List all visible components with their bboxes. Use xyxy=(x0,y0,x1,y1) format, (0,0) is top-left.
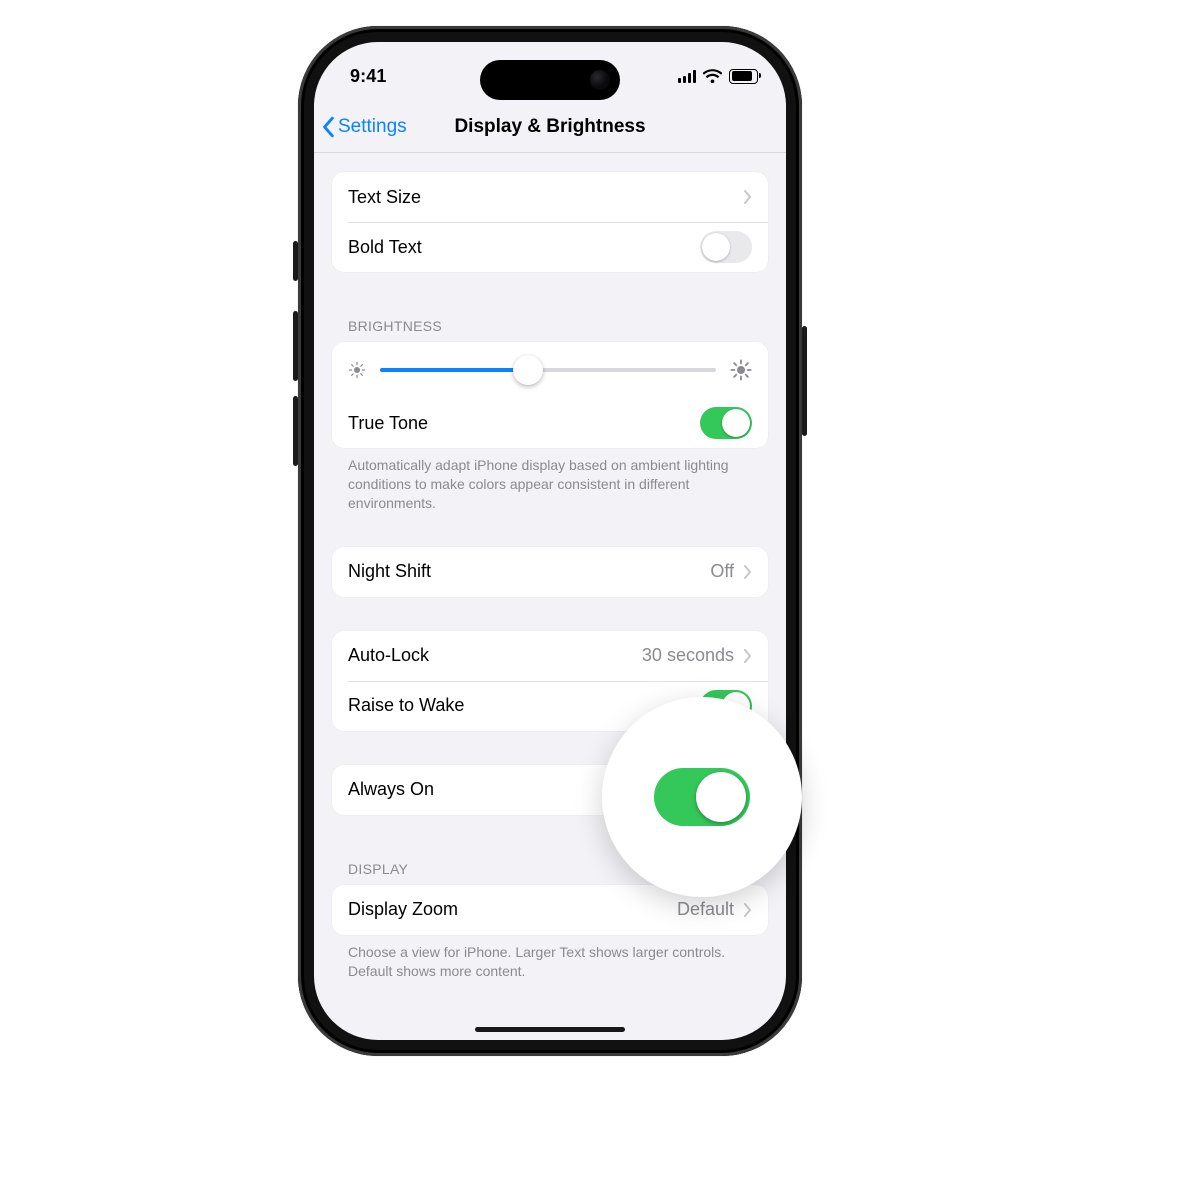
dynamic-island xyxy=(480,60,620,100)
display-zoom-footer: Choose a view for iPhone. Larger Text sh… xyxy=(332,935,768,981)
chevron-left-icon xyxy=(322,116,336,138)
bold-text-label: Bold Text xyxy=(348,237,422,258)
display-zoom-value: Default xyxy=(677,899,734,920)
true-tone-switch[interactable] xyxy=(700,407,752,439)
display-zoom-label: Display Zoom xyxy=(348,899,458,920)
night-shift-value: Off xyxy=(710,561,734,582)
bold-text-row: Bold Text xyxy=(332,222,768,272)
text-group: Text Size Bold Text xyxy=(332,172,768,272)
night-shift-label: Night Shift xyxy=(348,561,431,582)
night-shift-row[interactable]: Night Shift Off xyxy=(332,547,768,597)
volume-down-button xyxy=(293,396,298,466)
ringer-switch xyxy=(293,241,298,281)
auto-lock-row[interactable]: Auto-Lock 30 seconds xyxy=(332,631,768,681)
night-shift-group: Night Shift Off xyxy=(332,547,768,597)
side-power-button xyxy=(802,326,807,436)
wifi-icon xyxy=(703,69,722,83)
iphone-frame: 9:41 Settings xyxy=(298,26,802,1056)
true-tone-row: True Tone xyxy=(332,398,768,448)
chevron-right-icon xyxy=(744,190,752,204)
brightness-slider-row xyxy=(332,342,768,398)
chevron-right-icon xyxy=(744,649,752,663)
nav-bar: Settings Display & Brightness xyxy=(314,102,786,152)
brightness-slider[interactable] xyxy=(380,357,716,383)
brightness-high-icon xyxy=(730,359,752,381)
back-button[interactable]: Settings xyxy=(322,102,407,152)
true-tone-label: True Tone xyxy=(348,413,428,434)
brightness-group: True Tone xyxy=(332,342,768,448)
brightness-slider-fill xyxy=(380,368,528,372)
auto-lock-label: Auto-Lock xyxy=(348,645,429,666)
brightness-header: BRIGHTNESS xyxy=(332,312,768,342)
text-size-row[interactable]: Text Size xyxy=(332,172,768,222)
brightness-slider-thumb[interactable] xyxy=(513,355,543,385)
true-tone-footer: Automatically adapt iPhone display based… xyxy=(332,448,768,513)
chevron-right-icon xyxy=(744,903,752,917)
chevron-right-icon xyxy=(744,565,752,579)
home-indicator[interactable] xyxy=(475,1027,625,1032)
front-camera-icon xyxy=(590,70,610,90)
text-size-label: Text Size xyxy=(348,187,421,208)
auto-lock-value: 30 seconds xyxy=(642,645,734,666)
status-time: 9:41 xyxy=(350,66,386,87)
switch-knob-icon xyxy=(696,772,746,822)
volume-up-button xyxy=(293,311,298,381)
back-button-label: Settings xyxy=(338,116,407,138)
brightness-low-icon xyxy=(348,361,366,379)
raise-to-wake-label: Raise to Wake xyxy=(348,695,464,716)
magnifier-callout xyxy=(602,697,802,897)
always-on-switch-magnified xyxy=(654,768,750,826)
battery-icon xyxy=(729,69,758,84)
cellular-signal-icon xyxy=(678,70,696,83)
settings-content: Text Size Bold Text BRIGHTNESS xyxy=(314,154,786,1040)
bold-text-switch[interactable] xyxy=(700,231,752,263)
always-on-label: Always On xyxy=(348,779,434,800)
